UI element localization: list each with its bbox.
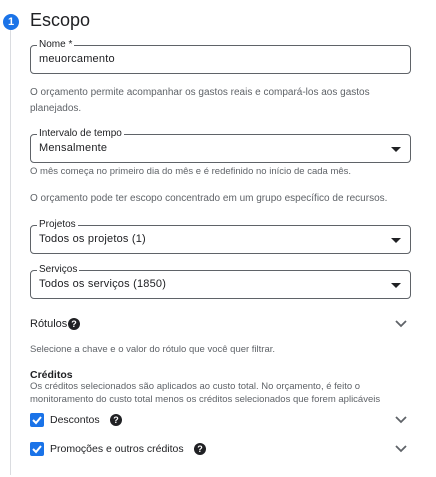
services-select[interactable]: Serviços Todos os serviços (1850) (30, 263, 411, 299)
projects-select-label: Projetos (37, 218, 78, 232)
descontos-checkbox[interactable] (30, 413, 44, 427)
question-icon[interactable]: ? (194, 443, 206, 455)
projects-select-value: Todos os projetos (1) (39, 233, 146, 245)
step-number-badge: 1 (3, 14, 19, 30)
credits-description: Os créditos selecionados são aplicados a… (30, 381, 381, 405)
interval-help-text: O mês começa no primeiro dia do mês e é … (30, 166, 352, 177)
dropdown-arrow-icon (391, 147, 401, 152)
chevron-down-icon[interactable] (394, 317, 408, 331)
projects-select[interactable]: Projetos Todos os projetos (1) (30, 218, 411, 254)
interval-select-value: Mensalmente (39, 142, 108, 154)
chevron-down-icon[interactable] (394, 413, 408, 427)
step-title: Escopo (30, 10, 91, 30)
interval-select-label: Intervalo de tempo (37, 127, 124, 141)
interval-select[interactable]: Intervalo de tempo Mensalmente (30, 127, 411, 163)
question-icon[interactable]: ? (68, 318, 80, 330)
dropdown-arrow-icon (391, 283, 401, 288)
credit-item-promocoes[interactable]: Promoções e outros créditos ? (30, 440, 414, 460)
question-icon[interactable]: ? (110, 414, 122, 426)
labels-description: Selecione a chave e o valor do rótulo qu… (30, 344, 276, 355)
name-field[interactable]: Nome * meuorcamento (30, 38, 411, 74)
promocoes-label: Promoções e outros créditos (50, 443, 184, 455)
credit-item-descontos[interactable]: Descontos ? (30, 411, 414, 431)
promocoes-checkbox[interactable] (30, 442, 44, 456)
labels-section-title: Rótulos (30, 318, 68, 330)
chevron-down-icon[interactable] (394, 442, 408, 456)
name-field-value[interactable]: meuorcamento (39, 53, 115, 65)
name-help-text: O orçamento permite acompanhar os gastos… (30, 87, 370, 114)
name-field-label: Nome * (37, 38, 75, 52)
services-select-label: Serviços (37, 263, 80, 277)
services-select-value: Todos os serviços (1850) (39, 278, 167, 290)
labels-section-header[interactable]: Rótulos ? (30, 315, 414, 335)
scope-help-text: O orçamento pode ter escopo concentrado … (30, 193, 388, 204)
dropdown-arrow-icon (391, 238, 401, 243)
step-rail (10, 30, 11, 475)
descontos-label: Descontos (50, 414, 100, 426)
